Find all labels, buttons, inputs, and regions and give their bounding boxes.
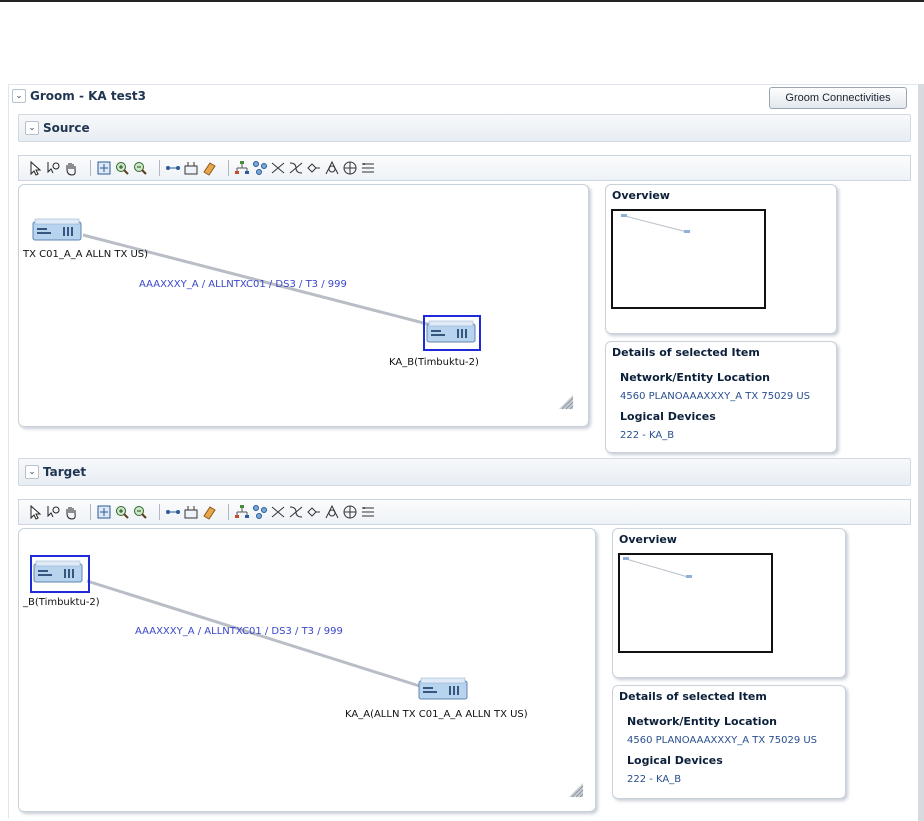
source-title: Source: [43, 121, 90, 135]
source-graph-canvas[interactable]: TX C01_A_A ALLN TX US) AAAXXXY_A / ALLNT…: [18, 184, 589, 427]
pan-hand-icon[interactable]: [63, 504, 79, 520]
zoom-out-icon[interactable]: [132, 160, 148, 176]
network-layout-icon[interactable]: [252, 160, 268, 176]
clear-eraser-icon[interactable]: [201, 160, 217, 176]
layout-tree-icon[interactable]: [183, 504, 199, 520]
source-toolbar-group: [27, 160, 81, 176]
groom-title: Groom - KA test3: [30, 89, 146, 103]
target-overview-viewport[interactable]: [618, 553, 773, 653]
target-details-title: Details of selected Item: [619, 690, 767, 703]
target-overview-title: Overview: [619, 533, 677, 546]
clear-eraser-icon[interactable]: [201, 504, 217, 520]
toolbar-separator: [159, 504, 160, 520]
orthogonal-layout-icon[interactable]: [342, 504, 358, 520]
zoom-select-icon[interactable]: [45, 504, 61, 520]
target-devices-label: Logical Devices: [627, 754, 723, 767]
groom-connectivities-button[interactable]: Groom Connectivities: [769, 87, 907, 109]
fit-to-window-icon[interactable]: [96, 504, 112, 520]
source-node-b[interactable]: [423, 315, 481, 351]
target-toolbar-group: [234, 504, 378, 520]
grid-layout-icon[interactable]: [306, 504, 322, 520]
circular-layout-icon[interactable]: [270, 504, 286, 520]
target-edge-label[interactable]: AAAXXXY_A / ALLNTXC01 / DS3 / T3 / 999: [135, 626, 343, 637]
target-toolbar-group: [27, 504, 81, 520]
source-toolbar-group: [96, 160, 150, 176]
target-devices-value: 222 - KA_B: [627, 774, 682, 785]
layout-tree-icon[interactable]: [183, 160, 199, 176]
target-location-value: 4560 PLANOAAAXXXY_A TX 75029 US: [627, 735, 818, 746]
target-graph-canvas[interactable]: _B(Timbuktu-2) AAAXXXY_A / ALLNTXC01 / D…: [18, 528, 596, 812]
toolbar-separator: [228, 160, 229, 176]
source-toolbar: [18, 155, 911, 181]
source-overview-panel: Overview: [605, 184, 837, 334]
pan-hand-icon[interactable]: [63, 160, 79, 176]
source-edge-label[interactable]: AAAXXXY_A / ALLNTXC01 / DS3 / T3 / 999: [139, 279, 347, 290]
source-toolbar-group: [234, 160, 378, 176]
source-node-a[interactable]: [31, 216, 85, 247]
toolbar-separator: [90, 160, 91, 176]
toolbar-separator: [228, 504, 229, 520]
fit-to-window-icon[interactable]: [96, 160, 112, 176]
radial-layout-icon[interactable]: [288, 160, 304, 176]
target-node-b-label: KA_A(ALLN TX C01_A_A ALLN TX US): [345, 709, 528, 720]
target-toolbar: [18, 499, 911, 525]
source-overview-viewport[interactable]: [611, 209, 766, 309]
network-layout-icon[interactable]: [252, 504, 268, 520]
source-location-value: 4560 PLANOAAAXXXY_A TX 75029 US: [620, 391, 811, 402]
hierarchy-layout-icon[interactable]: [234, 504, 250, 520]
source-node-a-label: TX C01_A_A ALLN TX US): [23, 249, 149, 260]
select-arrow-icon[interactable]: [27, 504, 43, 520]
groom-collapse-icon[interactable]: ⌄: [12, 89, 26, 103]
zoom-in-icon[interactable]: [114, 160, 130, 176]
target-graph-svg: [86, 579, 584, 798]
target-section-header: ⌄ Target: [18, 458, 911, 486]
orthogonal-layout-icon[interactable]: [342, 160, 358, 176]
toolbar-separator: [159, 160, 160, 176]
source-devices-value: 222 - KA_B: [620, 430, 675, 441]
connect-link-icon[interactable]: [165, 504, 181, 520]
source-location-label: Network/Entity Location: [620, 371, 770, 384]
zoom-select-icon[interactable]: [45, 160, 61, 176]
target-toolbar-group: [96, 504, 150, 520]
list-layout-icon[interactable]: [360, 160, 376, 176]
target-overview-panel: Overview: [612, 528, 846, 678]
vertical-scrollbar[interactable]: [918, 84, 924, 821]
grid-layout-icon[interactable]: [306, 160, 322, 176]
circular-layout-icon[interactable]: [270, 160, 286, 176]
source-details-title: Details of selected Item: [612, 346, 760, 359]
zoom-in-icon[interactable]: [114, 504, 130, 520]
target-resize-icon[interactable]: [569, 783, 584, 798]
balloon-layout-icon[interactable]: [324, 160, 340, 176]
toolbar-separator: [90, 504, 91, 520]
source-toolbar-group: [165, 160, 219, 176]
source-overview-title: Overview: [612, 189, 670, 202]
source-graph-svg: [82, 233, 574, 410]
source-resize-icon[interactable]: [559, 395, 574, 410]
target-node-a[interactable]: [30, 555, 90, 593]
balloon-layout-icon[interactable]: [324, 504, 340, 520]
select-arrow-icon[interactable]: [27, 160, 43, 176]
target-collapse-icon[interactable]: ⌄: [25, 465, 39, 479]
source-node-b-label: KA_B(Timbuktu-2): [389, 357, 479, 368]
source-devices-label: Logical Devices: [620, 410, 716, 423]
source-collapse-icon[interactable]: ⌄: [25, 121, 39, 135]
target-details-panel: Details of selected Item Network/Entity …: [612, 685, 846, 799]
groom-header: ⌄ Groom - KA test3: [12, 85, 146, 107]
top-border: [0, 0, 924, 2]
target-node-b[interactable]: [417, 675, 471, 706]
hierarchy-layout-icon[interactable]: [234, 160, 250, 176]
source-section-header: ⌄ Source: [18, 114, 911, 142]
target-node-a-label: _B(Timbuktu-2): [23, 597, 100, 608]
target-toolbar-group: [165, 504, 219, 520]
list-layout-icon[interactable]: [360, 504, 376, 520]
connect-link-icon[interactable]: [165, 160, 181, 176]
target-location-label: Network/Entity Location: [627, 715, 777, 728]
zoom-out-icon[interactable]: [132, 504, 148, 520]
target-title: Target: [43, 465, 87, 479]
radial-layout-icon[interactable]: [288, 504, 304, 520]
source-details-panel: Details of selected Item Network/Entity …: [605, 341, 837, 453]
